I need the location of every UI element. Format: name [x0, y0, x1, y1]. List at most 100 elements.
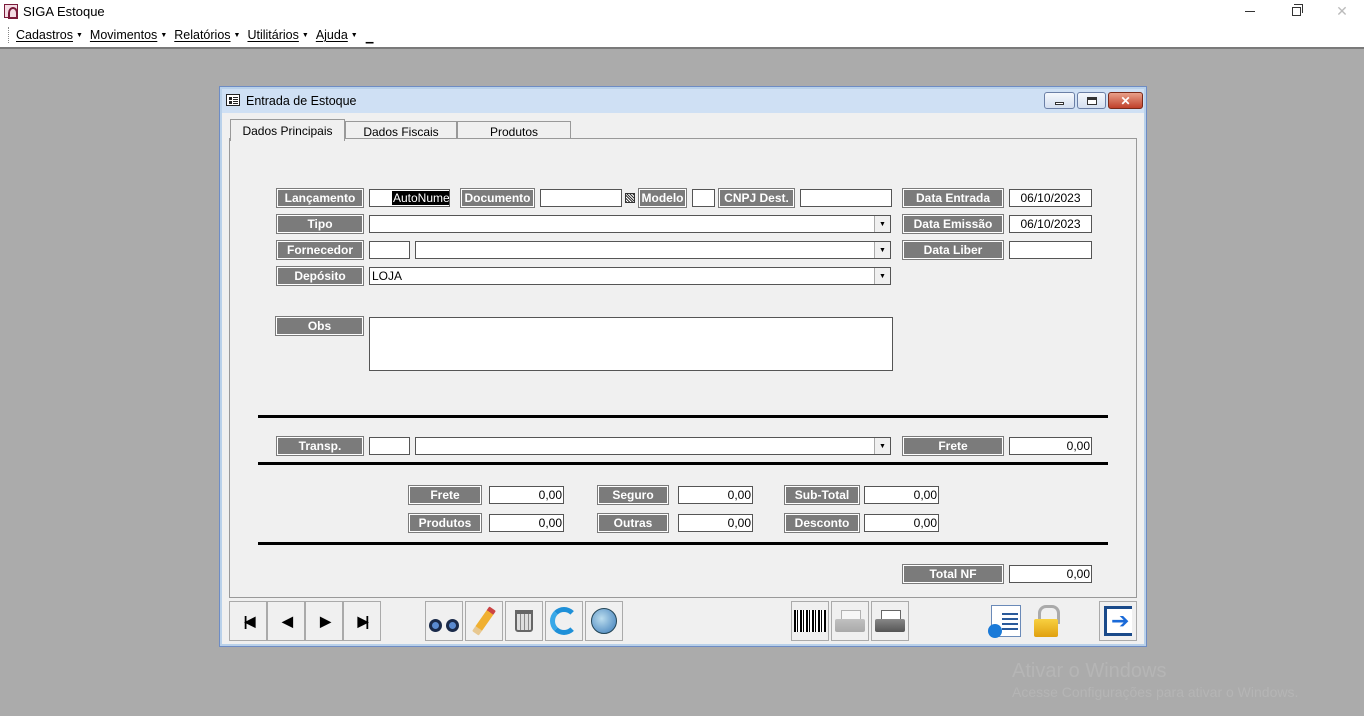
report-icon: [988, 605, 1021, 638]
windows-activation-watermark: Ativar o Windows: [1012, 660, 1167, 682]
fornecedor-code-field[interactable]: [369, 241, 410, 259]
lock-button[interactable]: [1027, 601, 1065, 641]
transp-select[interactable]: ▼: [415, 437, 891, 455]
minimize-button[interactable]: [1227, 0, 1273, 23]
desconto-field[interactable]: 0,00: [864, 514, 939, 532]
label-subtotal: Sub-Total: [784, 485, 860, 505]
menu-overflow-icon[interactable]: ▁: [366, 33, 374, 44]
binoculars-icon: [429, 610, 459, 632]
data-entrada-field[interactable]: 06/10/2023: [1009, 189, 1092, 207]
frete-transp-field[interactable]: 0,00: [1009, 437, 1092, 455]
chevron-down-icon[interactable]: ▼: [874, 242, 890, 258]
dropdown-arrow-icon: ▼: [160, 31, 168, 39]
print-preview-button[interactable]: [831, 601, 869, 641]
menu-relatorios[interactable]: Relatórios ▼: [171, 28, 243, 42]
label-produtos: Produtos: [408, 513, 482, 533]
documento-lookup-icon[interactable]: [625, 193, 635, 203]
window-close-button[interactable]: ✕: [1108, 92, 1143, 109]
menu-utilitarios[interactable]: Utilitários ▼: [244, 28, 311, 42]
print-button[interactable]: [871, 601, 909, 641]
dropdown-arrow-icon: ▼: [301, 31, 309, 39]
web-button[interactable]: [585, 601, 623, 641]
printer-icon: [875, 610, 905, 632]
obs-textarea[interactable]: [369, 317, 893, 371]
label-cnpj-dest: CNPJ Dest.: [718, 188, 795, 208]
cnpj-dest-field[interactable]: [800, 189, 892, 207]
dropdown-arrow-icon: ▼: [233, 31, 241, 39]
data-emissao-field[interactable]: 06/10/2023: [1009, 215, 1092, 233]
frete-field[interactable]: 0,00: [489, 486, 564, 504]
transp-code-field[interactable]: [369, 437, 410, 455]
first-record-button[interactable]: |◀: [229, 601, 267, 641]
chevron-down-icon[interactable]: ▼: [874, 438, 890, 454]
total-nf-field[interactable]: 0,00: [1009, 565, 1092, 583]
menu-movimentos[interactable]: Movimentos ▼: [87, 28, 170, 42]
form-icon: [226, 94, 240, 106]
globe-icon: [591, 608, 617, 634]
label-total-nf: Total NF: [902, 564, 1004, 584]
edit-button[interactable]: [465, 601, 503, 641]
last-record-button[interactable]: ▶|: [343, 601, 381, 641]
tipo-select[interactable]: ▼: [369, 215, 891, 233]
lock-icon: [1034, 605, 1060, 637]
menubar: Cadastros ▼ Movimentos ▼ Relatórios ▼ Utili…: [0, 23, 1364, 49]
subtotal-field[interactable]: 0,00: [864, 486, 939, 504]
window-minimize-button[interactable]: [1044, 92, 1075, 109]
exit-button[interactable]: [1099, 601, 1137, 641]
barcode-button[interactable]: [791, 601, 829, 641]
entrada-estoque-window: Entrada de Estoque ✕ Dados Principais Da…: [219, 86, 1147, 647]
chevron-down-icon[interactable]: ▼: [874, 216, 890, 232]
documento-field[interactable]: [540, 189, 622, 207]
fornecedor-select[interactable]: ▼: [415, 241, 891, 259]
seguro-field[interactable]: 0,00: [678, 486, 753, 504]
menu-cadastros[interactable]: Cadastros ▼: [13, 28, 86, 42]
data-liber-field[interactable]: [1009, 241, 1092, 259]
outras-field[interactable]: 0,00: [678, 514, 753, 532]
label-tipo: Tipo: [276, 214, 364, 234]
label-outras: Outras: [597, 513, 669, 533]
label-data-emissao: Data Emissão: [902, 214, 1004, 234]
exit-icon: [1104, 606, 1132, 636]
app-titlebar: SIGA Estoque ✕: [0, 0, 1364, 23]
window-maximize-button[interactable]: [1077, 92, 1106, 109]
next-icon: ▶: [320, 612, 331, 629]
search-button[interactable]: [425, 601, 463, 641]
label-fornecedor: Fornecedor: [276, 240, 364, 260]
lancamento-field[interactable]: AutoNumer: [369, 189, 450, 207]
menu-ajuda[interactable]: Ajuda ▼: [313, 28, 361, 42]
minimize-icon: [1245, 11, 1255, 12]
divider: [258, 415, 1108, 418]
label-desconto: Desconto: [784, 513, 860, 533]
app-title: SIGA Estoque: [23, 4, 105, 19]
prev-record-button[interactable]: ◀: [267, 601, 305, 641]
window-titlebar: Entrada de Estoque ✕: [222, 89, 1144, 113]
label-frete: Frete: [408, 485, 482, 505]
menubar-grip: [8, 27, 10, 43]
deposito-select[interactable]: LOJA ▼: [369, 267, 891, 285]
prev-icon: ◀: [282, 612, 293, 629]
restore-button[interactable]: [1273, 0, 1319, 23]
tab-dados-principais[interactable]: Dados Principais: [230, 119, 345, 141]
dropdown-arrow-icon: ▼: [75, 31, 83, 39]
close-button[interactable]: ✕: [1319, 0, 1364, 23]
maximize-icon: [1086, 96, 1097, 105]
printer-disabled-icon: [835, 610, 865, 632]
refresh-icon: [550, 607, 578, 635]
modelo-field[interactable]: [692, 189, 715, 207]
produtos-field[interactable]: 0,00: [489, 514, 564, 532]
refresh-button[interactable]: [545, 601, 583, 641]
pencil-icon: [472, 606, 496, 636]
chevron-down-icon[interactable]: ▼: [874, 268, 890, 284]
report-button[interactable]: [987, 601, 1025, 641]
delete-button[interactable]: [505, 601, 543, 641]
close-icon: ✕: [1336, 3, 1348, 19]
label-seguro: Seguro: [597, 485, 669, 505]
label-lancamento: Lançamento: [276, 188, 364, 208]
last-icon: ▶|: [357, 612, 370, 629]
next-record-button[interactable]: ▶: [305, 601, 343, 641]
label-data-entrada: Data Entrada: [902, 188, 1004, 208]
first-icon: |◀: [243, 612, 256, 629]
label-data-liber: Data Liber: [902, 240, 1004, 260]
divider: [258, 462, 1108, 465]
barcode-icon: [794, 610, 826, 632]
